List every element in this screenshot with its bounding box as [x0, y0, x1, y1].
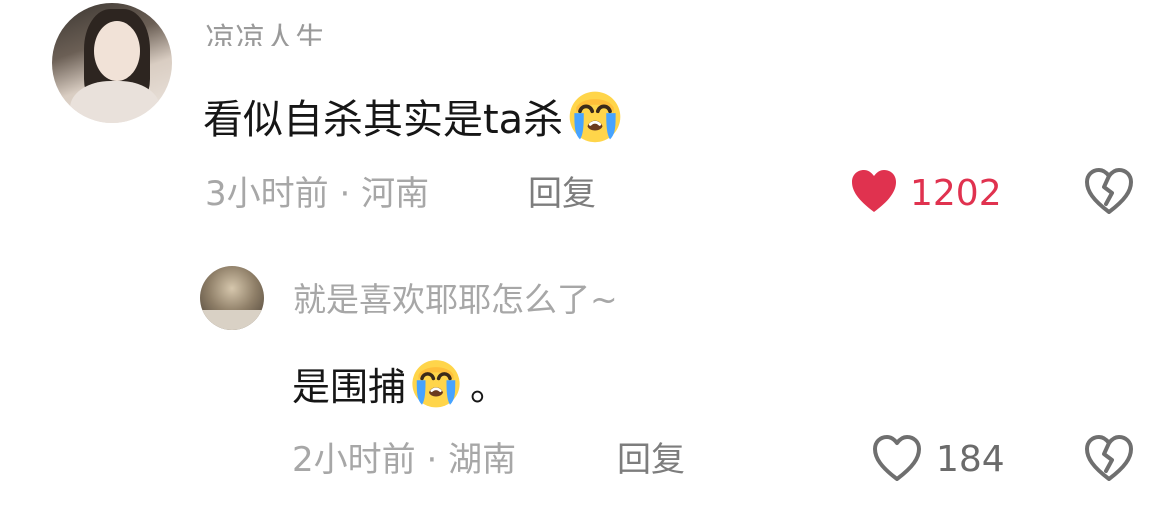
reply-body-text: 是围捕	[292, 365, 407, 409]
comment-body-text: 看似自杀其实是ta杀	[203, 97, 564, 143]
avatar[interactable]	[52, 3, 172, 123]
reply-time: 2小时前	[292, 440, 416, 480]
comment-time: 3小时前	[205, 174, 329, 214]
heart-outline-icon[interactable]	[871, 433, 923, 485]
broken-heart-icon[interactable]	[1083, 166, 1135, 218]
broken-heart-icon[interactable]	[1083, 433, 1135, 485]
like-count: 184	[936, 439, 1005, 480]
comment-text: 看似自杀其实是ta杀	[203, 85, 625, 147]
loudly-crying-face-icon	[569, 91, 621, 143]
reply-avatar[interactable]	[200, 266, 264, 330]
avatar-detail	[200, 310, 264, 330]
comment-username[interactable]: 凉凉人生	[205, 22, 325, 46]
reply-text: 是围捕 。	[292, 354, 508, 414]
comment-thread: 凉凉人生 看似自杀其实是ta杀 3小时前 · 河南 回复 1202 就是喜欢耶耶…	[0, 0, 1161, 531]
reply-button[interactable]: 回复	[528, 172, 596, 216]
meta-separator: ·	[426, 440, 438, 480]
reply-location: 湖南	[448, 440, 517, 480]
avatar-face	[94, 21, 140, 81]
reply-text-tail: 。	[470, 365, 509, 409]
loudly-crying-face-icon	[412, 360, 460, 408]
reply-meta: 2小时前 · 湖南	[292, 438, 516, 482]
comment-meta: 3小时前 · 河南	[205, 172, 429, 216]
avatar-body	[70, 81, 160, 123]
meta-separator: ·	[339, 174, 351, 214]
heart-filled-icon[interactable]	[848, 166, 900, 218]
reply-username[interactable]: 就是喜欢耶耶怎么了~	[293, 278, 618, 322]
comment-location: 河南	[361, 174, 430, 214]
reply-button[interactable]: 回复	[617, 438, 685, 482]
like-count: 1202	[910, 173, 1002, 214]
